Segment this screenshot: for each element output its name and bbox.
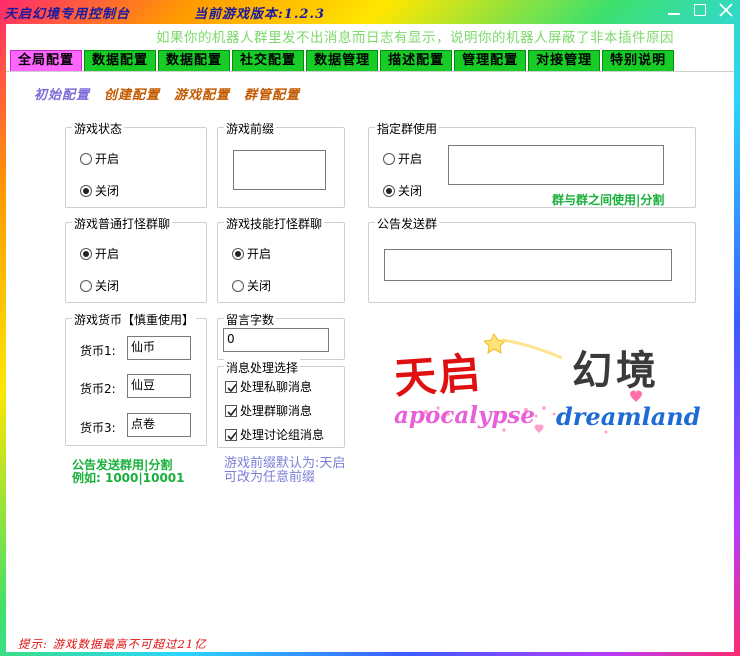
prefix-hint-line1: 游戏前缀默认为:天启 bbox=[224, 456, 346, 471]
tab-data-config[interactable]: 数据配置 bbox=[84, 50, 157, 71]
close-icon[interactable] bbox=[718, 2, 734, 18]
skill-fight-group: 游戏技能打怪群聊 开启 关闭 bbox=[217, 215, 345, 303]
app-window: 天启幻境专用控制台 当前游戏版本:1.2.3 如果你的机器人群里发不出消息而日志… bbox=[0, 0, 740, 656]
handle-discussion-checkbox[interactable]: 处理讨论组消息 bbox=[225, 426, 324, 443]
game-status-on-radio[interactable]: 开启 bbox=[80, 150, 119, 167]
window-title: 天启幻境专用控制台 bbox=[4, 7, 131, 22]
radio-selected-icon bbox=[383, 184, 395, 197]
designated-group-group: 指定群使用 开启 关闭 群与群之间使用|分割 bbox=[368, 120, 696, 208]
announce-group-title: 公告发送群 bbox=[375, 215, 440, 232]
game-status-off-radio[interactable]: 关闭 bbox=[80, 182, 119, 199]
game-prefix-title: 游戏前缀 bbox=[224, 120, 277, 137]
announce-group-group: 公告发送群 bbox=[368, 215, 696, 303]
game-prefix-input[interactable] bbox=[233, 150, 326, 190]
game-status-group: 游戏状态 开启 关闭 bbox=[65, 120, 207, 208]
radio-selected-icon bbox=[80, 184, 92, 197]
shooting-star-icon bbox=[484, 333, 563, 360]
message-handling-title: 消息处理选择 bbox=[224, 359, 301, 376]
notice-text: 如果你的机器人群里发不出消息而日志有显示，说明你的机器人屏蔽了非本插件原因 bbox=[156, 30, 674, 46]
currency-3-label: 货币3: bbox=[80, 421, 116, 435]
message-length-title: 留言字数 bbox=[224, 311, 277, 328]
tab-global-config[interactable]: 全局配置 bbox=[10, 50, 83, 71]
currency-group: 游戏货币【慎重使用】 货币1: 仙币 货币2: 仙豆 货币3: 点卷 bbox=[65, 311, 207, 446]
radio-label: 开启 bbox=[247, 247, 272, 261]
currency-1-input[interactable]: 仙币 bbox=[127, 336, 191, 360]
checkbox-checked-icon bbox=[225, 428, 237, 441]
radio-label: 关闭 bbox=[95, 184, 120, 198]
designated-group-input[interactable] bbox=[448, 145, 664, 185]
skill-fight-off-radio[interactable]: 关闭 bbox=[232, 277, 271, 294]
currency-2-input[interactable]: 仙豆 bbox=[127, 374, 191, 398]
message-length-group: 留言字数 0 bbox=[217, 311, 345, 360]
radio-circle-icon bbox=[80, 279, 92, 292]
checkbox-label: 处理私聊消息 bbox=[240, 380, 313, 394]
radio-label: 关闭 bbox=[398, 184, 423, 198]
normal-fight-group: 游戏普通打怪群聊 开启 关闭 bbox=[65, 215, 207, 303]
sub-tabs: 初始配置 创建配置 游戏配置 群管配置 bbox=[34, 84, 300, 103]
tab-special-notes[interactable]: 特别说明 bbox=[602, 50, 675, 71]
radio-selected-icon bbox=[80, 247, 92, 260]
client-area: 如果你的机器人群里发不出消息而日志有显示，说明你的机器人屏蔽了非本插件原因 全局… bbox=[6, 24, 734, 652]
subtab-group-admin-config[interactable]: 群管配置 bbox=[244, 84, 300, 103]
designated-group-on-radio[interactable]: 开启 bbox=[383, 150, 422, 167]
currency-3-input[interactable]: 点卷 bbox=[127, 413, 191, 437]
radio-circle-icon bbox=[232, 279, 244, 292]
checkbox-checked-icon bbox=[225, 380, 237, 393]
subtab-game-config[interactable]: 游戏配置 bbox=[174, 84, 230, 103]
currency-2-label: 货币2: bbox=[80, 382, 116, 396]
logo-text-dreamland: dreamland bbox=[556, 402, 701, 431]
prefix-hint-line2: 可改为任意前缀 bbox=[224, 470, 316, 485]
message-handling-group: 消息处理选择 处理私聊消息 处理群聊消息 处理讨论组消息 bbox=[217, 359, 345, 448]
tab-data-management[interactable]: 数据管理 bbox=[306, 50, 379, 71]
skill-fight-title: 游戏技能打怪群聊 bbox=[224, 215, 325, 232]
maximize-icon[interactable] bbox=[692, 2, 708, 18]
radio-label: 开启 bbox=[398, 152, 423, 166]
handle-group-checkbox[interactable]: 处理群聊消息 bbox=[225, 402, 312, 419]
tab-social-config[interactable]: 社交配置 bbox=[232, 50, 305, 71]
normal-fight-off-radio[interactable]: 关闭 bbox=[80, 277, 119, 294]
tab-integration[interactable]: 对接管理 bbox=[528, 50, 601, 71]
designated-group-off-radio[interactable]: 关闭 bbox=[383, 182, 422, 199]
tab-data-config-2[interactable]: 数据配置 bbox=[158, 50, 231, 71]
radio-circle-icon bbox=[383, 152, 395, 165]
skill-fight-on-radio[interactable]: 开启 bbox=[232, 245, 271, 262]
radio-selected-icon bbox=[232, 247, 244, 260]
normal-fight-title: 游戏普通打怪群聊 bbox=[72, 215, 173, 232]
footer-tip: 提示: 游戏数据最高不可超过21亿 bbox=[18, 637, 207, 651]
currency-title: 游戏货币【慎重使用】 bbox=[72, 311, 197, 328]
radio-label: 关闭 bbox=[95, 279, 120, 293]
tianqi-huanjing-logo: 天启 幻境 apocalypse dreamland bbox=[386, 320, 701, 440]
checkbox-label: 处理讨论组消息 bbox=[240, 428, 325, 442]
game-status-title: 游戏状态 bbox=[72, 120, 125, 137]
subtab-create-config[interactable]: 创建配置 bbox=[104, 84, 160, 103]
logo-text-apocalypse: apocalypse bbox=[394, 402, 535, 429]
handle-private-checkbox[interactable]: 处理私聊消息 bbox=[225, 378, 312, 395]
version-label: 当前游戏版本:1.2.3 bbox=[194, 7, 325, 22]
tab-divider bbox=[6, 71, 734, 72]
main-tabs: 全局配置 数据配置 数据配置 社交配置 数据管理 描述配置 管理配置 对接管理 … bbox=[10, 50, 675, 71]
minimize-icon[interactable] bbox=[666, 2, 682, 18]
announce-hint-line2: 例如: 1000|10001 bbox=[72, 471, 185, 485]
announce-group-input[interactable] bbox=[384, 249, 672, 281]
message-length-input[interactable]: 0 bbox=[223, 328, 329, 352]
radio-label: 开启 bbox=[95, 152, 120, 166]
logo-text-tianqi: 天启 bbox=[392, 347, 484, 404]
designated-group-title: 指定群使用 bbox=[375, 120, 440, 137]
radio-label: 开启 bbox=[95, 247, 120, 261]
logo-text-huanjing: 幻境 bbox=[572, 347, 660, 394]
radio-label: 关闭 bbox=[247, 279, 272, 293]
designated-group-hint: 群与群之间使用|分割 bbox=[552, 193, 665, 207]
subtab-initial-config[interactable]: 初始配置 bbox=[34, 84, 90, 103]
title-bar: 天启幻境专用控制台 当前游戏版本:1.2.3 bbox=[0, 0, 740, 24]
normal-fight-on-radio[interactable]: 开启 bbox=[80, 245, 119, 262]
tab-admin-config[interactable]: 管理配置 bbox=[454, 50, 527, 71]
checkbox-label: 处理群聊消息 bbox=[240, 404, 313, 418]
radio-circle-icon bbox=[80, 152, 92, 165]
currency-1-label: 货币1: bbox=[80, 344, 116, 358]
tab-description-config[interactable]: 描述配置 bbox=[380, 50, 453, 71]
window-controls bbox=[666, 2, 734, 18]
game-prefix-group: 游戏前缀 bbox=[217, 120, 345, 208]
checkbox-checked-icon bbox=[225, 404, 237, 417]
